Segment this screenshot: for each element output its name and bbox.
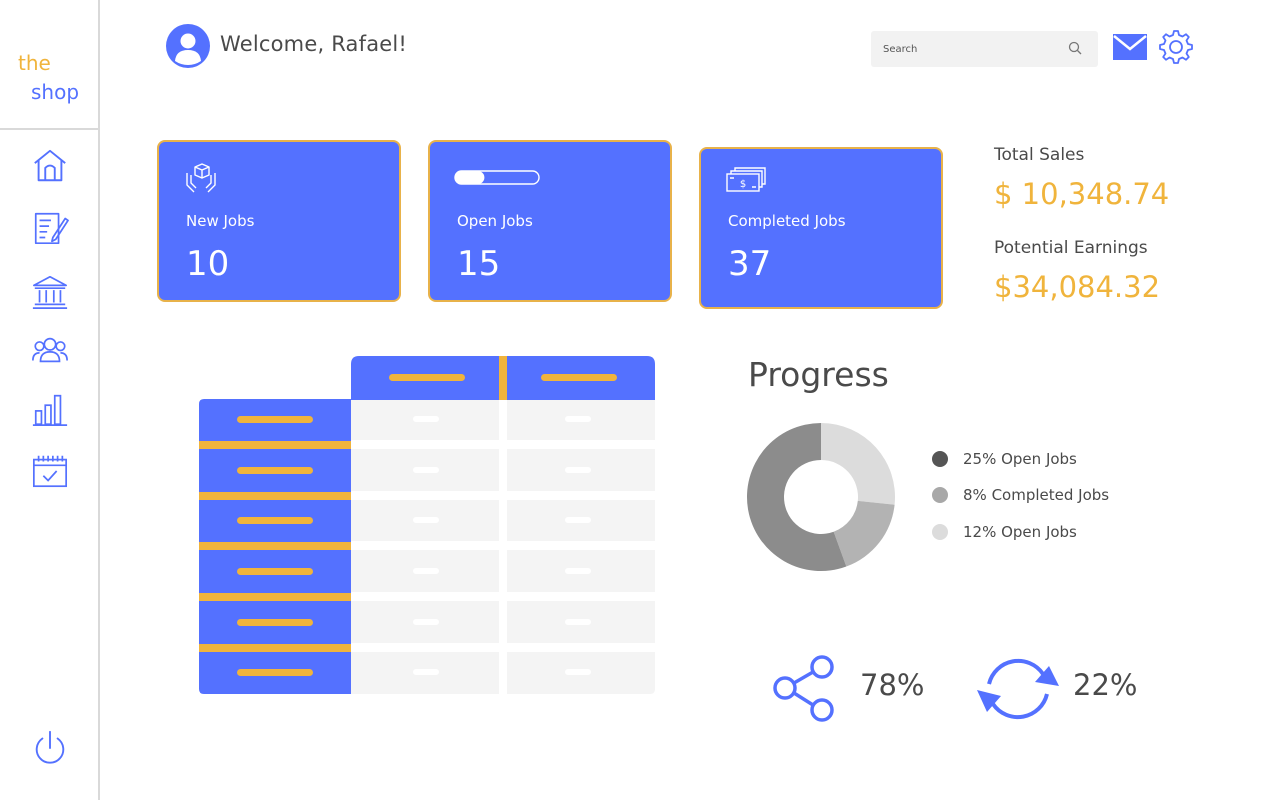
search-icon[interactable] <box>1068 41 1082 55</box>
calendar-check-icon <box>32 455 68 488</box>
potential-earnings-value: $34,084.32 <box>994 270 1161 304</box>
logout-button[interactable] <box>30 728 70 768</box>
sidebar-item-reports[interactable] <box>30 389 70 429</box>
search-input[interactable] <box>883 39 1063 59</box>
cash-stack-icon: $ <box>726 167 766 192</box>
card-label: New Jobs <box>186 212 255 230</box>
svg-text:$: $ <box>740 179 746 190</box>
legend-label: 8% Completed Jobs <box>963 486 1110 504</box>
legend-label: 12% Open Jobs <box>963 523 1077 541</box>
donut-slice-open-jobs <box>821 423 895 505</box>
welcome-message: Welcome, Rafael! <box>220 32 408 56</box>
sidebar-item-customers[interactable] <box>30 330 70 370</box>
legend-label: 25% Open Jobs <box>963 450 1077 468</box>
card-value: 15 <box>457 244 501 284</box>
power-icon <box>35 730 65 764</box>
potential-earnings-label: Potential Earnings <box>994 238 1148 258</box>
avatar[interactable] <box>166 24 210 68</box>
donut-slice-completed-jobs <box>833 500 895 567</box>
card-open-jobs[interactable]: Open Jobs 15 <box>428 140 672 302</box>
sidebar-item-calendar[interactable] <box>30 451 70 491</box>
share-percentage: 78% <box>860 668 925 702</box>
brand-logo[interactable]: the shop <box>0 0 100 130</box>
card-label: Open Jobs <box>457 212 533 230</box>
legend-dot <box>932 487 948 503</box>
table-illustration <box>199 356 655 694</box>
refresh-percentage: 22% <box>1073 668 1138 702</box>
card-label: Completed Jobs <box>728 212 846 230</box>
home-icon <box>34 149 66 182</box>
box-in-hands-icon <box>186 163 216 193</box>
bank-icon <box>32 275 68 310</box>
refresh-icon[interactable] <box>975 654 1061 724</box>
clipboard-pen-icon <box>34 212 69 245</box>
brand-line-1: the <box>18 51 51 75</box>
progress-bar-icon <box>454 170 540 185</box>
progress-title: Progress <box>748 355 889 394</box>
card-new-jobs[interactable]: New Jobs 10 <box>157 140 401 302</box>
sidebar-item-home[interactable] <box>30 146 70 186</box>
search-box[interactable] <box>871 31 1098 67</box>
total-sales-value: $ 10,348.74 <box>994 177 1170 211</box>
total-sales-label: Total Sales <box>994 145 1085 165</box>
gear-icon[interactable] <box>1158 29 1194 65</box>
legend-dot <box>932 451 948 467</box>
sidebar-item-bank[interactable] <box>30 272 70 312</box>
card-completed-jobs[interactable]: $ Completed Jobs 37 <box>699 147 943 309</box>
share-icon[interactable] <box>772 654 836 722</box>
card-value: 10 <box>186 244 230 284</box>
mail-icon[interactable] <box>1112 33 1148 61</box>
progress-donut-chart <box>747 423 895 571</box>
legend-dot <box>932 524 948 540</box>
sidebar-item-orders[interactable] <box>30 208 70 248</box>
sidebar: the shop <box>0 0 100 800</box>
brand-line-2: shop <box>31 80 80 104</box>
users-icon <box>32 337 68 363</box>
card-value: 37 <box>728 244 772 284</box>
bar-chart-icon <box>32 394 68 427</box>
